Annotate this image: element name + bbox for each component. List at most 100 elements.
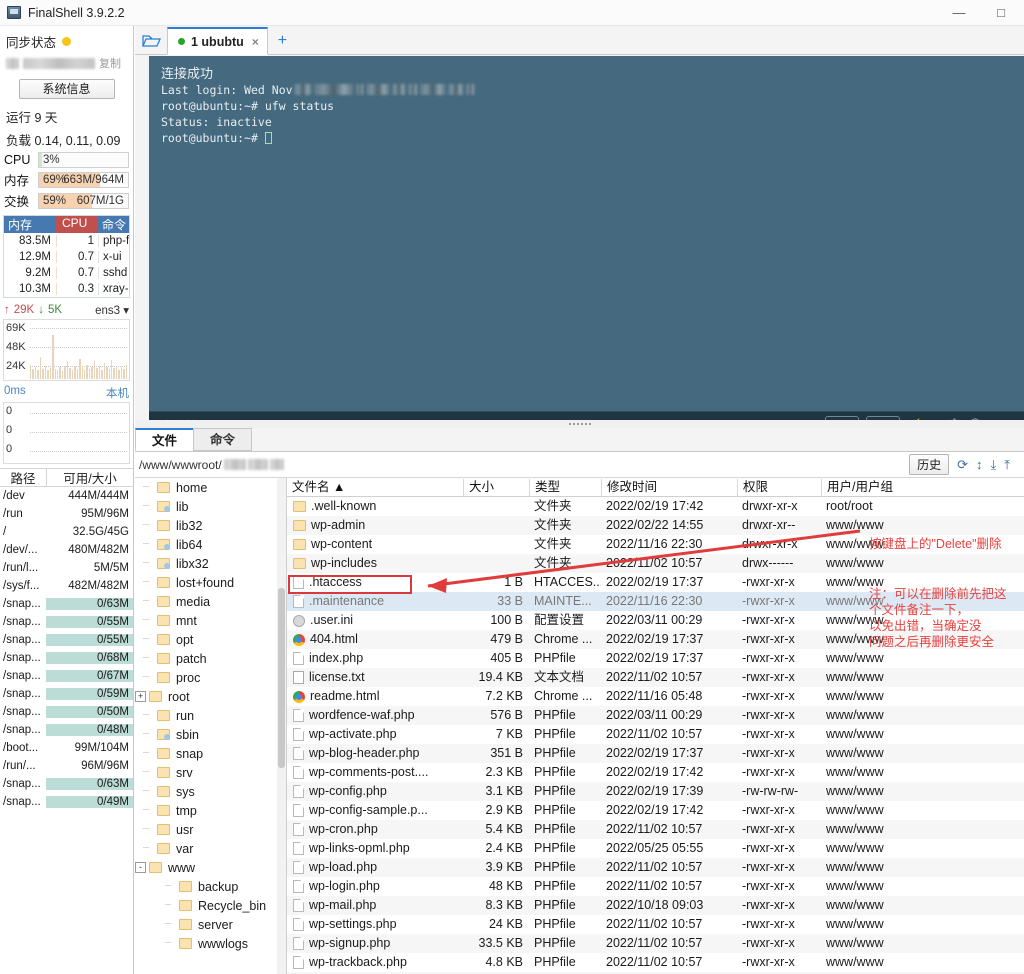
tree-node-proc[interactable]: ┈ proc [135,668,286,687]
table-row[interactable]: .user.ini 100 B 配置设置 2022/03/11 00:29 -r… [287,611,1024,630]
disk-row[interactable]: /dev/... 480M/482M [0,541,133,559]
disk-row[interactable]: /snap... 0/55M [0,613,133,631]
tree-scrollbar-thumb[interactable] [278,588,285,768]
table-row[interactable]: wp-mail.php 8.3 KB PHPfile 2022/10/18 09… [287,896,1024,915]
close-icon[interactable]: × [252,35,259,49]
column-header-name[interactable]: 文件名 ▲ [287,479,463,496]
process-row[interactable]: 9.2M 0.7 sshd [4,265,129,281]
disk-row[interactable]: /snap... 0/67M [0,667,133,685]
disk-row[interactable]: /run/l... 5M/5M [0,559,133,577]
parent-directory-icon[interactable]: ↕ [976,457,983,472]
terminal-tab[interactable]: 1 ububtu × [167,27,268,55]
table-row[interactable]: wp-config-sample.p... 2.9 KB PHPfile 202… [287,801,1024,820]
disk-row[interactable]: /snap... 0/68M [0,649,133,667]
table-row[interactable]: wp-settings.php 24 KB PHPfile 2022/11/02… [287,915,1024,934]
tree-node-lib64[interactable]: ┈ lib64 [135,535,286,554]
tree-node-patch[interactable]: ┈ patch [135,649,286,668]
table-row[interactable]: wp-trackback.php 4.8 KB PHPfile 2022/11/… [287,953,1024,972]
disk-row[interactable]: /snap... 0/49M [0,793,133,811]
tree-expander[interactable]: + [135,691,146,702]
tree-node-lib32[interactable]: ┈ lib32 [135,516,286,535]
tree-node-root[interactable]: + root [135,687,286,706]
tree-node-backup[interactable]: ┈ backup [135,877,286,896]
copy-address-button[interactable]: 复制 [99,55,121,71]
file-list[interactable]: 文件名 ▲ 大小 类型 修改时间 权限 用户/用户组 .well-known 文… [287,478,1024,974]
table-row[interactable]: wp-load.php 3.9 KB PHPfile 2022/11/02 10… [287,858,1024,877]
table-row[interactable]: wp-login.php 48 KB PHPfile 2022/11/02 10… [287,877,1024,896]
disk-row[interactable]: /run/... 96M/96M [0,757,133,775]
process-row[interactable]: 10.3M 0.3 xray-linu [4,281,129,297]
disk-row[interactable]: /snap... 0/50M [0,703,133,721]
tree-node-libx32[interactable]: ┈ libx32 [135,554,286,573]
table-row[interactable]: wp-content 文件夹 2022/11/16 22:30 drwxr-xr… [287,535,1024,554]
table-row[interactable]: readme.html 7.2 KB Chrome ... 2022/11/16… [287,687,1024,706]
tree-node-lost+found[interactable]: ┈ lost+found [135,573,286,592]
open-folder-icon[interactable] [135,28,167,54]
minimize-button[interactable]: — [938,0,980,25]
tree-node-sbin[interactable]: ┈ sbin [135,725,286,744]
disk-row[interactable]: /snap... 0/55M [0,631,133,649]
maximize-button[interactable]: □ [980,0,1022,25]
network-interface-select[interactable]: ens3 ▾ [95,303,129,317]
tree-node-srv[interactable]: ┈ srv [135,763,286,782]
tab-commands[interactable]: 命令 [193,428,253,451]
table-row[interactable]: .htaccess 1 B HTACCES... 2022/02/19 17:3… [287,573,1024,592]
table-row[interactable]: index.php 405 B PHPfile 2022/02/19 17:37… [287,649,1024,668]
path-history-button[interactable]: 历史 [909,454,950,475]
tree-node-Recycle_bin[interactable]: ┈ Recycle_bin [135,896,286,915]
table-row[interactable]: wordfence-waf.php 576 B PHPfile 2022/03/… [287,706,1024,725]
panel-splitter[interactable] [135,420,1024,428]
column-header-owner[interactable]: 用户/用户组 [821,478,909,496]
tab-files[interactable]: 文件 [135,428,195,451]
refresh-icon[interactable]: ⟳ [957,457,968,473]
column-header-type[interactable]: 类型 [529,478,601,496]
tree-node-mnt[interactable]: ┈ mnt [135,611,286,630]
disk-row[interactable]: /snap... 0/63M [0,595,133,613]
disk-row[interactable]: /snap... 0/48M [0,721,133,739]
table-row[interactable]: wp-comments-post.... 2.3 KB PHPfile 2022… [287,763,1024,782]
tree-node-run[interactable]: ┈ run [135,706,286,725]
add-tab-button[interactable]: + [278,32,287,54]
path-input[interactable]: /www/wwwroot/ [139,458,284,472]
column-header-time[interactable]: 修改时间 [601,478,737,496]
disk-row[interactable]: /snap... 0/59M [0,685,133,703]
tree-node-media[interactable]: ┈ media [135,592,286,611]
table-row[interactable]: wp-activate.php 7 KB PHPfile 2022/11/02 … [287,725,1024,744]
tree-node-var[interactable]: ┈ var [135,839,286,858]
table-row[interactable]: wp-blog-header.php 351 B PHPfile 2022/02… [287,744,1024,763]
table-row[interactable]: wp-cron.php 5.4 KB PHPfile 2022/11/02 10… [287,820,1024,839]
table-row[interactable]: wp-includes 文件夹 2022/11/02 10:57 drwx---… [287,554,1024,573]
disk-row[interactable]: /snap... 0/63M [0,775,133,793]
disk-row[interactable]: /dev 444M/444M [0,487,133,505]
tree-node-www[interactable]: - www [135,858,286,877]
table-row[interactable]: 404.html 479 B Chrome ... 2022/02/19 17:… [287,630,1024,649]
table-row[interactable]: wp-config.php 3.1 KB PHPfile 2022/02/19 … [287,782,1024,801]
table-row[interactable]: wp-links-opml.php 2.4 KB PHPfile 2022/05… [287,839,1024,858]
column-header-permissions[interactable]: 权限 [737,478,821,496]
tree-node-wwwlogs[interactable]: ┈ wwwlogs [135,934,286,953]
process-row[interactable]: 83.5M 1 php-fpm [4,233,129,249]
disk-row[interactable]: /boot... 99M/104M [0,739,133,757]
tree-node-snap[interactable]: ┈ snap [135,744,286,763]
download-icon[interactable]: ⤓ [991,457,997,473]
disk-row[interactable]: /run 95M/96M [0,505,133,523]
tree-node-sys[interactable]: ┈ sys [135,782,286,801]
disk-row[interactable]: /sys/f... 482M/482M [0,577,133,595]
terminal-output[interactable]: 连接成功 Last login: Wed Nov root@ubuntu:~# … [149,56,1024,411]
tree-node-home[interactable]: ┈ home [135,478,286,497]
tree-expander[interactable]: - [135,862,146,873]
system-info-button[interactable]: 系统信息 [18,79,115,99]
disk-row[interactable]: / 32.5G/45G [0,523,133,541]
table-row[interactable]: .well-known 文件夹 2022/02/19 17:42 drwxr-x… [287,497,1024,516]
tree-node-server[interactable]: ┈ server [135,915,286,934]
tree-scrollbar[interactable] [277,478,286,974]
process-row[interactable]: 12.9M 0.7 x-ui [4,249,129,265]
column-header-size[interactable]: 大小 [463,478,529,496]
table-row[interactable]: wp-admin 文件夹 2022/02/22 14:55 drwxr-xr--… [287,516,1024,535]
tree-node-tmp[interactable]: ┈ tmp [135,801,286,820]
table-row[interactable]: license.txt 19.4 KB 文本文档 2022/11/02 10:5… [287,668,1024,687]
tree-node-opt[interactable]: ┈ opt [135,630,286,649]
tree-node-usr[interactable]: ┈ usr [135,820,286,839]
upload-icon[interactable]: ⤒ [1004,457,1010,473]
table-row[interactable]: wp-signup.php 33.5 KB PHPfile 2022/11/02… [287,934,1024,953]
